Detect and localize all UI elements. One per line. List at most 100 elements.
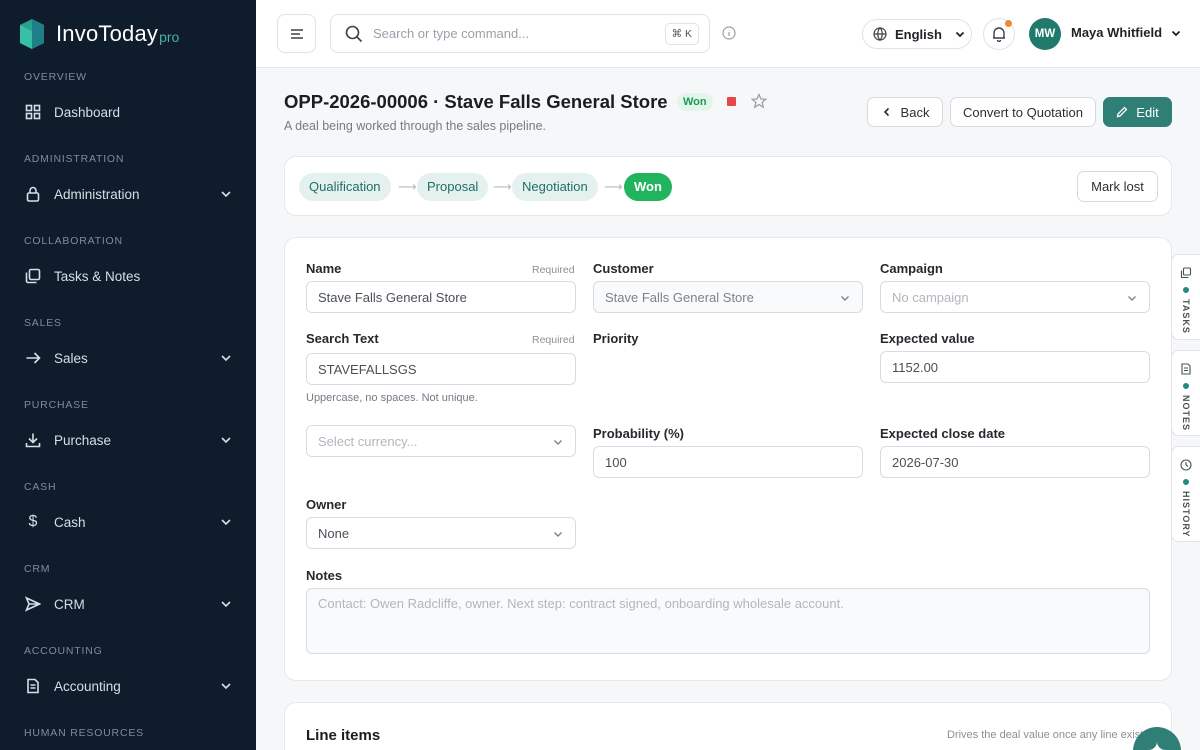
avatar[interactable]: MW <box>1029 18 1061 50</box>
chevron-down-icon <box>841 296 849 301</box>
probability-label: Probability (%) <box>593 426 685 441</box>
section-title: CRM <box>24 563 51 575</box>
sidebar-section-accounting: Accounting Accounting <box>0 642 256 708</box>
chevron-down-icon <box>221 191 231 198</box>
user-name: Maya Whitfield <box>1071 25 1163 40</box>
sidebar-item-label: CRM <box>54 596 85 612</box>
close-date-label: Expected close date <box>880 426 1005 441</box>
sidebar-item-tasks-notes[interactable]: Tasks & Notes <box>24 254 232 298</box>
download-icon <box>24 431 42 449</box>
language-label: English <box>895 26 942 42</box>
stage-negotiation[interactable]: Negotiation <box>512 173 598 201</box>
currency-select[interactable]: Select currency... <box>306 425 576 457</box>
brand-suffix: pro <box>159 29 180 45</box>
search-text-required-hint: Required <box>532 334 575 346</box>
chevron-down-icon <box>554 532 562 537</box>
search-input[interactable] <box>373 26 709 41</box>
brand[interactable]: InvoToday pro <box>0 0 256 68</box>
expected-value-field[interactable]: 1152.00 <box>880 351 1150 383</box>
search-box[interactable]: ⌘ K <box>330 14 710 53</box>
document-icon <box>24 677 42 695</box>
menu-toggle-button[interactable] <box>277 14 316 53</box>
section-title: Cash <box>24 481 57 493</box>
line-items-note: Drives the deal value once any line exis… <box>947 729 1152 741</box>
sidebar-item-label: Purchase <box>54 432 112 448</box>
language-selector[interactable]: English <box>862 19 972 49</box>
sidebar-item-dashboard[interactable]: Dashboard <box>24 90 232 134</box>
priority-label: Priority <box>593 331 639 346</box>
name-required-hint: Required <box>532 264 575 276</box>
stage-qualification[interactable]: Qualification <box>299 173 391 201</box>
sidebar-item-administration[interactable]: Administration <box>24 172 232 216</box>
sparkle-icon: ✦ <box>1148 738 1166 750</box>
section-title: Sales <box>24 317 62 329</box>
stage-won[interactable]: Won <box>624 173 672 201</box>
mark-lost-button[interactable]: Mark lost <box>1077 171 1158 202</box>
search-text-help: Uppercase, no spaces. Not unique. <box>306 392 478 404</box>
bell-icon <box>993 27 1005 42</box>
info-icon[interactable] <box>722 26 736 40</box>
dollar-icon: $ <box>28 513 38 530</box>
chevron-down-icon <box>221 519 231 526</box>
page-title: OPP-2026-00006 · Stave Falls General Sto… <box>284 91 668 112</box>
back-button[interactable]: Back <box>867 97 943 127</box>
chevron-down-icon <box>554 440 562 445</box>
notes-label: Notes <box>306 568 343 583</box>
back-label: Back <box>900 104 930 120</box>
sidebar-section-sales: Sales Sales <box>0 314 256 380</box>
chevron-down-icon <box>955 31 965 38</box>
notes-textarea[interactable]: Contact: Owen Radcliffe, owner. Next ste… <box>306 588 1150 654</box>
convert-to-quotation-button[interactable]: Convert to Quotation <box>950 97 1096 127</box>
sidebar-item-sales[interactable]: Sales <box>24 336 232 380</box>
line-items-card: Line items Drives the deal value once an… <box>284 702 1172 750</box>
rail-tab-label: TASKS <box>1181 299 1191 334</box>
brand-name: InvoToday <box>56 21 159 46</box>
search-icon <box>345 25 363 42</box>
expected-value-label: Expected value <box>880 331 975 346</box>
rail-tab-notes[interactable]: NOTES <box>1171 350 1200 436</box>
grid-icon <box>24 103 42 121</box>
note-icon <box>1181 363 1191 375</box>
sidebar-item-label: Administration <box>54 186 140 202</box>
sidebar-item-cash[interactable]: $ Cash <box>24 500 232 544</box>
user-menu[interactable]: Maya Whitfield <box>1071 25 1182 40</box>
sidebar-section-administration: Administration Administration <box>0 150 256 216</box>
logo-icon <box>20 19 44 49</box>
owner-select[interactable]: None <box>306 517 576 549</box>
rail-tab-tasks[interactable]: TASKS <box>1171 254 1200 340</box>
section-title: Collaboration <box>24 235 123 247</box>
sidebar-section-crm: CRM CRM <box>0 560 256 626</box>
notifications-button[interactable] <box>983 18 1015 50</box>
lock-icon <box>24 185 42 203</box>
probability-field[interactable]: 100 <box>593 446 863 478</box>
chevron-left-icon <box>883 107 889 117</box>
sidebar-item-accounting[interactable]: Accounting <box>24 664 232 708</box>
sidebar-section-overview: Overview Dashboard <box>0 68 256 134</box>
sidebar-item-label: Accounting <box>54 678 121 694</box>
name-field[interactable]: Stave Falls General Store <box>306 281 576 313</box>
sidebar-item-purchase[interactable]: Purchase <box>24 418 232 462</box>
stage-proposal[interactable]: Proposal <box>417 173 489 201</box>
campaign-select[interactable]: No campaign <box>880 281 1150 313</box>
sidebar-section-purchase: Purchase Purchase <box>0 396 256 462</box>
customer-select[interactable]: Stave Falls General Store <box>593 281 863 313</box>
arrow-right-icon <box>24 349 42 367</box>
chevron-down-icon <box>1128 296 1136 301</box>
send-icon <box>24 595 42 613</box>
rail-dot <box>1183 383 1189 389</box>
edit-button[interactable]: Edit <box>1103 97 1172 127</box>
customer-label: Customer <box>593 261 654 276</box>
clock-icon <box>1180 459 1192 471</box>
section-title: Administration <box>24 153 125 165</box>
rail-tab-history[interactable]: HISTORY <box>1171 446 1200 542</box>
sidebar-item-crm[interactable]: CRM <box>24 582 232 626</box>
close-date-field[interactable]: 2026-07-30 <box>880 446 1150 478</box>
star-icon[interactable] <box>751 93 767 109</box>
owner-value: None <box>318 525 350 541</box>
search-text-field[interactable]: STAVEFALLSGS <box>306 353 576 385</box>
topbar: ⌘ K English MW Maya Whitfield <box>256 0 1200 68</box>
page-subtitle: A deal being worked through the sales pi… <box>284 119 546 133</box>
edit-label: Edit <box>1136 104 1159 120</box>
sidebar-item-label: Sales <box>54 350 88 366</box>
chevron-down-icon <box>221 601 231 608</box>
